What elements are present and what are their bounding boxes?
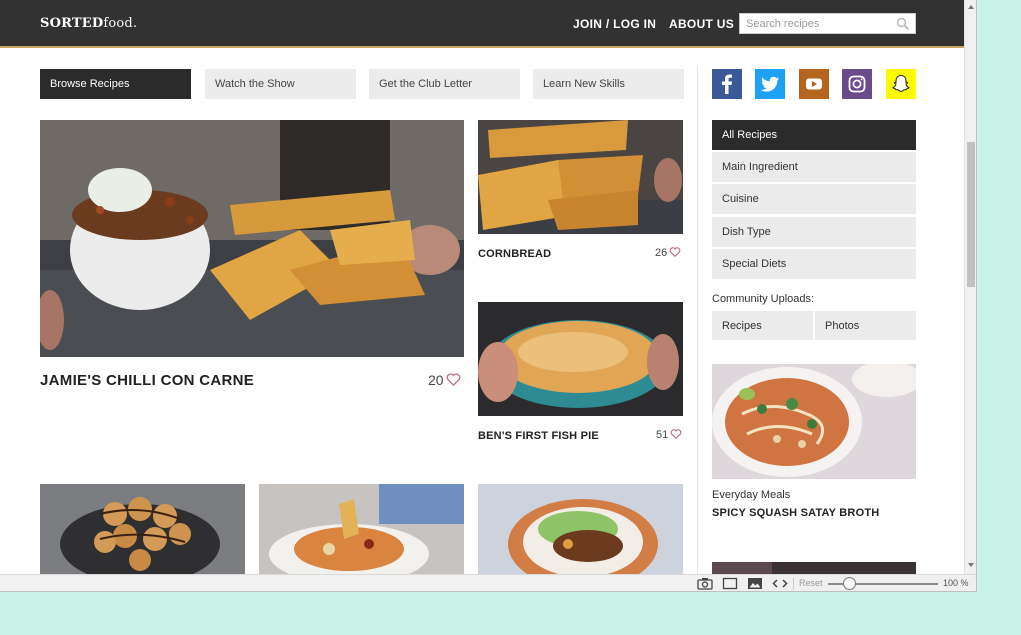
site-logo[interactable]: SORTEDfood. [40,16,137,31]
tab-browse-recipes[interactable]: Browse Recipes [40,69,191,99]
code-icon[interactable] [772,577,788,590]
browser-window: SORTEDfood. JOIN / LOG IN ABOUT US Brows… [0,0,977,592]
filter-dish-type[interactable]: Dish Type [712,217,916,247]
scroll-up-arrow[interactable] [968,5,974,9]
scroll-thumb[interactable] [967,142,975,287]
camera-icon[interactable] [697,577,713,590]
likes-chilli-con-carne[interactable]: 20 [428,372,461,388]
recipe-title-chilli-con-carne[interactable]: JAMIE'S CHILLI CON CARNE [40,372,254,389]
tab-learn-new-skills[interactable]: Learn New Skills [533,69,684,99]
likes-count: 26 [655,247,668,259]
salad-bowl-photo[interactable] [478,484,683,574]
browser-status-bar: Reset 100 % [0,574,976,591]
recipe-title-fish-pie[interactable]: BEN'S FIRST FISH PIE [478,430,599,442]
chilli-con-carne-photo[interactable] [40,120,464,357]
instagram-icon[interactable] [842,69,872,99]
fish-pie-photo[interactable] [478,302,683,416]
facebook-icon[interactable] [712,69,742,99]
filter-main-ingredient[interactable]: Main Ingredient [712,152,916,182]
snapchat-icon[interactable] [886,69,916,99]
promo-category: Everyday Meals [712,489,791,501]
filter-all-recipes[interactable]: All Recipes [712,120,916,150]
filter-special-diets[interactable]: Special Diets [712,249,916,279]
likes-fish-pie[interactable]: 51 [656,429,682,441]
sidebar-divider [697,65,698,575]
image-icon[interactable] [747,577,763,590]
likes-count: 20 [428,372,444,388]
satay-broth-photo[interactable] [712,364,916,479]
heart-icon [670,429,682,439]
window-icon[interactable] [722,577,738,590]
twitter-icon[interactable] [755,69,785,99]
search-box [739,13,916,34]
likes-cornbread[interactable]: 26 [655,247,681,259]
chocolate-pastries-photo[interactable] [40,484,245,574]
scroll-down-arrow[interactable] [968,563,974,567]
heart-icon [669,247,681,257]
vertical-scrollbar[interactable] [964,0,976,574]
community-photos-button[interactable]: Photos [815,311,916,340]
community-recipes-button[interactable]: Recipes [712,311,813,340]
search-icon[interactable] [896,17,910,31]
heart-icon [446,373,460,386]
community-uploads-label: Community Uploads: [712,293,815,305]
tab-get-the-club-letter[interactable]: Get the Club Letter [369,69,520,99]
youtube-icon[interactable] [799,69,829,99]
join-login-link[interactable]: JOIN / LOG IN [573,17,656,31]
likes-count: 51 [656,429,669,441]
zoom-reset-button[interactable]: Reset [799,578,823,588]
tab-watch-the-show[interactable]: Watch the Show [205,69,356,99]
status-separator [793,578,794,590]
recipe-title-cornbread[interactable]: CORNBREAD [478,248,551,260]
site-header: SORTEDfood. JOIN / LOG IN ABOUT US [0,0,964,48]
next-promo-photo[interactable] [712,562,916,574]
promo-title[interactable]: SPICY SQUASH SATAY BROTH [712,507,879,519]
cornbread-photo[interactable] [478,120,683,234]
filter-cuisine[interactable]: Cuisine [712,184,916,214]
search-input[interactable] [746,16,891,31]
zoom-level: 100 % [943,578,969,588]
about-us-link[interactable]: ABOUT US [669,17,734,31]
loaded-fries-photo[interactable] [259,484,464,574]
zoom-slider-handle[interactable] [843,577,856,590]
